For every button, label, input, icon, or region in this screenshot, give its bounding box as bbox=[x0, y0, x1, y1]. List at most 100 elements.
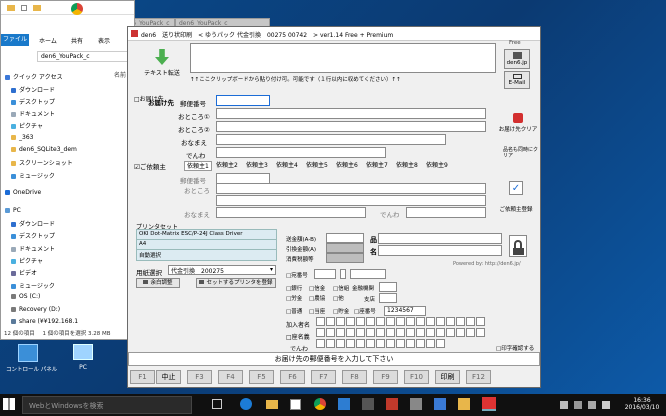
char-cell[interactable] bbox=[316, 328, 325, 337]
fkey-f7[interactable]: F7 bbox=[311, 370, 336, 384]
app-icon[interactable] bbox=[434, 398, 446, 410]
char-cell[interactable] bbox=[456, 317, 465, 326]
char-cell[interactable] bbox=[336, 339, 345, 348]
item-name-input-2[interactable] bbox=[378, 245, 502, 256]
nav-item[interactable]: スクリーンショット bbox=[11, 158, 73, 168]
phone-input[interactable] bbox=[216, 147, 386, 158]
pickup-input-1[interactable] bbox=[314, 269, 336, 279]
address2-input[interactable] bbox=[216, 121, 486, 132]
store-icon[interactable] bbox=[290, 399, 301, 410]
address1-input[interactable] bbox=[216, 108, 486, 119]
lock-button[interactable] bbox=[509, 235, 527, 257]
account-number-input[interactable]: 1234567 bbox=[384, 306, 426, 316]
branch-input[interactable] bbox=[379, 293, 397, 303]
nav-item[interactable]: _363 bbox=[11, 134, 33, 144]
fkey-f9[interactable]: F9 bbox=[373, 370, 398, 384]
text-transfer-button[interactable]: テキスト転送 bbox=[140, 49, 184, 79]
nav-item[interactable]: ドキュメント bbox=[11, 244, 55, 254]
nav-onedrive[interactable]: OneDrive bbox=[5, 189, 41, 199]
other-checkbox[interactable]: □他 bbox=[333, 294, 344, 302]
pickup-input-2[interactable] bbox=[340, 269, 346, 279]
char-cell[interactable] bbox=[356, 339, 365, 348]
desktop-icon-control-panel[interactable]: コントロール パネル bbox=[6, 344, 57, 380]
char-cell[interactable] bbox=[406, 328, 415, 337]
desktop-icon-pc[interactable]: PC bbox=[66, 344, 100, 380]
tray-icon[interactable] bbox=[574, 401, 582, 409]
bank-input[interactable] bbox=[379, 282, 397, 292]
edge-icon[interactable] bbox=[240, 398, 252, 410]
app-icon[interactable] bbox=[458, 398, 470, 410]
fkey-f1[interactable]: F1 bbox=[130, 370, 155, 384]
char-cell[interactable] bbox=[446, 317, 455, 326]
shinkin-checkbox[interactable]: □信金 bbox=[309, 284, 325, 292]
account-normal-checkbox[interactable]: □普通 bbox=[286, 307, 302, 315]
tab-shipper-5[interactable]: 依頼主5 bbox=[306, 161, 328, 171]
tray-icon[interactable] bbox=[588, 401, 596, 409]
powered-by-link[interactable]: Powered by: http://den6.jp/ bbox=[453, 261, 521, 267]
tab-file[interactable]: ファイル bbox=[1, 34, 29, 46]
fkey-f4[interactable]: F4 bbox=[218, 370, 243, 384]
tab-shipper-3[interactable]: 依頼主3 bbox=[246, 161, 268, 171]
nav-item[interactable]: Recovery (D:) bbox=[11, 306, 60, 316]
char-cell[interactable] bbox=[436, 328, 445, 337]
account-savings-checkbox[interactable]: □貯金 bbox=[333, 307, 349, 315]
shipper-address1-input[interactable] bbox=[216, 183, 486, 194]
char-cell[interactable] bbox=[436, 339, 445, 348]
char-cell[interactable] bbox=[426, 339, 435, 348]
char-cell[interactable] bbox=[346, 328, 355, 337]
shipper-checkbox[interactable]: ☑ご依頼主 bbox=[134, 161, 166, 171]
tab-shipper-1[interactable]: 依頼主1 bbox=[184, 161, 212, 171]
app-icon[interactable] bbox=[410, 398, 422, 410]
char-cell[interactable] bbox=[366, 339, 375, 348]
app-icon[interactable] bbox=[386, 398, 398, 410]
den6-site-button[interactable]: den6.jp bbox=[504, 49, 530, 69]
char-cell[interactable] bbox=[366, 317, 375, 326]
nokyo-checkbox[interactable]: □農協 bbox=[309, 294, 325, 302]
char-cell[interactable] bbox=[326, 328, 335, 337]
char-cell[interactable] bbox=[386, 339, 395, 348]
fkey-f5[interactable]: F5 bbox=[249, 370, 274, 384]
char-cell[interactable] bbox=[406, 339, 415, 348]
clear-recipient-button[interactable]: お届け先クリア bbox=[498, 113, 538, 145]
shipper-address2-input[interactable] bbox=[216, 195, 486, 206]
char-cell[interactable] bbox=[336, 317, 345, 326]
char-cell[interactable] bbox=[346, 339, 355, 348]
shipper-register-button[interactable]: ✓ ご依頼主登録 bbox=[494, 181, 538, 219]
tab-shipper-6[interactable]: 依頼主6 bbox=[336, 161, 358, 171]
tray-icon[interactable] bbox=[602, 401, 610, 409]
char-cell[interactable] bbox=[476, 328, 485, 337]
char-cell[interactable] bbox=[316, 317, 325, 326]
char-cell[interactable] bbox=[466, 317, 475, 326]
print-confirm-checkbox[interactable]: □印字確認する bbox=[496, 344, 534, 352]
char-cell[interactable] bbox=[406, 317, 415, 326]
tab-shipper-4[interactable]: 依頼主4 bbox=[276, 161, 298, 171]
char-cell[interactable] bbox=[376, 317, 385, 326]
shipper-name-input[interactable] bbox=[216, 207, 366, 218]
char-cell[interactable] bbox=[426, 317, 435, 326]
nav-item[interactable]: ピクチャ bbox=[11, 121, 43, 131]
char-cell[interactable] bbox=[396, 339, 405, 348]
rokin-checkbox[interactable]: □労金 bbox=[286, 294, 302, 302]
app-icon[interactable] bbox=[338, 398, 350, 410]
paper-select-dropdown[interactable]: 代金引換 200275 ▾ bbox=[168, 265, 276, 275]
char-cell[interactable] bbox=[326, 339, 335, 348]
char-cell[interactable] bbox=[416, 339, 425, 348]
account-current-checkbox[interactable]: □当座 bbox=[309, 307, 325, 315]
char-cell[interactable] bbox=[356, 328, 365, 337]
nav-item[interactable]: ドキュメント bbox=[11, 109, 55, 119]
char-cell[interactable] bbox=[396, 317, 405, 326]
column-header-name[interactable]: 名前 bbox=[114, 70, 126, 79]
char-cell[interactable] bbox=[446, 328, 455, 337]
shipper-phone-input[interactable] bbox=[406, 207, 486, 218]
pickup-input-3[interactable] bbox=[350, 269, 386, 279]
nav-item[interactable]: ピクチャ bbox=[11, 256, 43, 266]
tab-shipper-8[interactable]: 依頼主8 bbox=[396, 161, 418, 171]
folder-icon[interactable] bbox=[266, 400, 278, 409]
pickup-checkbox[interactable]: □宛番号 bbox=[286, 271, 308, 279]
address-bar[interactable]: den6_YouPack_c bbox=[37, 51, 134, 62]
email-button[interactable]: E-Mail bbox=[504, 71, 530, 89]
tab-share[interactable]: 共有 bbox=[71, 36, 83, 45]
char-cell[interactable] bbox=[356, 317, 365, 326]
nav-item[interactable]: ダウンロード bbox=[11, 85, 55, 95]
nav-item[interactable]: デスクトップ bbox=[11, 231, 55, 241]
